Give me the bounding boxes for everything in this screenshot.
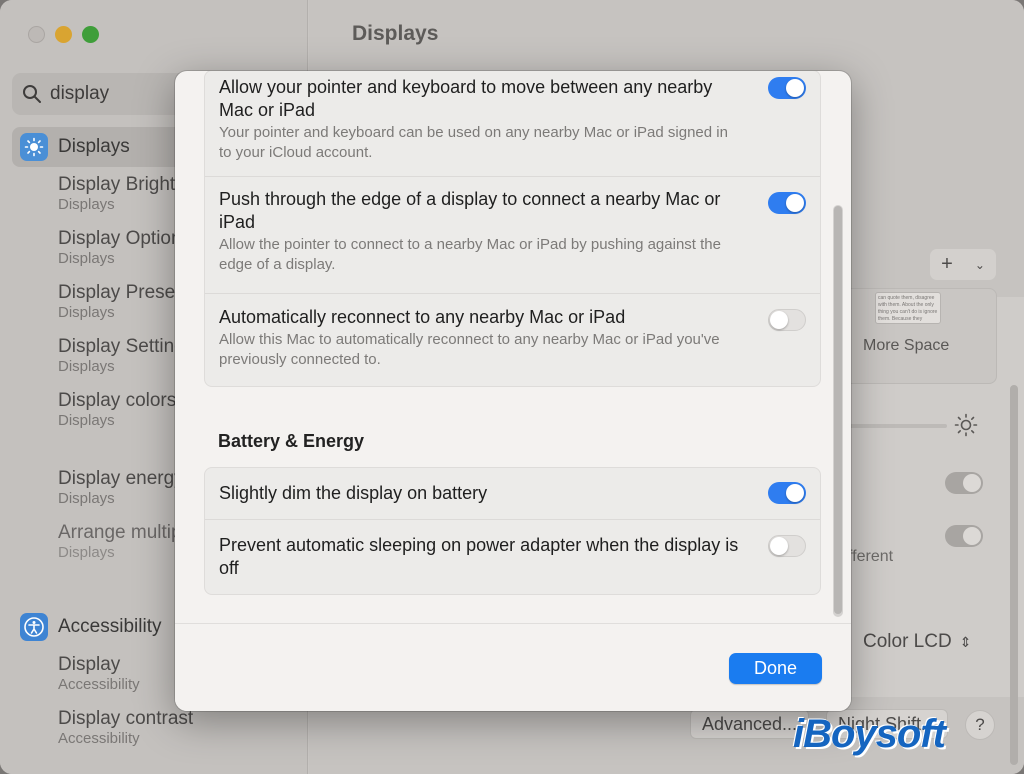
scrollbar-thumb[interactable] (834, 206, 842, 614)
system-settings-window: display Displays Display Brightness Disp… (0, 0, 1024, 774)
resolution-preview-thumbnail: can quote them, disagree with them. Abou… (875, 292, 941, 324)
row-title: Automatically reconnect to any nearby Ma… (219, 307, 626, 327)
iboysoft-watermark: iBoysoft (793, 712, 946, 756)
main-scrollbar[interactable] (1010, 385, 1018, 765)
battery-energy-group: Slightly dim the display on battery Prev… (204, 467, 821, 595)
universal-control-sheet: Allow your pointer and keyboard to move … (175, 71, 851, 711)
toggle-knob (786, 194, 804, 212)
add-display-button[interactable]: + ⌄ (930, 249, 996, 280)
push-through-edge-toggle[interactable] (768, 192, 806, 214)
search-input[interactable]: display (50, 83, 109, 105)
color-profile-value: Color LCD (863, 631, 952, 652)
battery-energy-heading: Battery & Energy (218, 431, 365, 451)
auto-reconnect-toggle[interactable] (768, 309, 806, 331)
more-space-label: More Space (863, 337, 950, 354)
accessibility-icon (20, 613, 48, 641)
row-description: Your pointer and keyboard can be used on… (219, 124, 728, 161)
close-window-button[interactable] (28, 26, 45, 43)
row-title: Allow your pointer and keyboard to move … (219, 77, 713, 120)
result-category: Accessibility (58, 730, 140, 747)
background-label-fragment: fferent (848, 548, 894, 565)
brightness-slider[interactable] (847, 424, 947, 428)
row-title: Prevent automatic sleeping on power adap… (219, 535, 739, 578)
advanced-button[interactable]: Advanced... (690, 709, 810, 739)
sheet-footer: Done (175, 623, 851, 711)
sidebar-item-label: Accessibility (58, 616, 162, 637)
row-title: Slightly dim the display on battery (219, 483, 488, 503)
pointer-keyboard-toggle[interactable] (768, 77, 806, 99)
toggle-knob (770, 311, 788, 329)
row-description: Allow the pointer to connect to a nearby… (219, 236, 721, 273)
help-button[interactable]: ? (965, 710, 995, 740)
toggle-knob (770, 537, 788, 555)
sidebar-item-label: Displays (58, 136, 130, 157)
prevent-sleep-toggle[interactable] (768, 535, 806, 557)
sheet-content: Allow your pointer and keyboard to move … (175, 71, 851, 623)
row-description: Allow this Mac to automatically reconnec… (219, 331, 720, 368)
universal-control-group: Allow your pointer and keyboard to move … (204, 71, 821, 387)
auto-brightness-toggle[interactable] (945, 472, 983, 494)
sun-icon (20, 133, 48, 161)
window-controls (28, 26, 99, 43)
dim-on-battery-toggle[interactable] (768, 482, 806, 504)
chevron-down-icon: ⌄ (974, 257, 985, 272)
updown-chevron-icon: ⇕ (959, 633, 972, 650)
sheet-scrollbar[interactable] (833, 205, 843, 617)
settings-row: Allow your pointer and keyboard to move … (205, 71, 820, 177)
brightness-sun-icon (954, 413, 978, 437)
color-profile-select[interactable]: Color LCD ⇕ (863, 631, 971, 653)
settings-row: Prevent automatic sleeping on power adap… (205, 520, 820, 594)
settings-row: Push through the edge of a display to co… (205, 177, 820, 294)
toggle-knob (786, 79, 804, 97)
search-icon (23, 85, 41, 103)
settings-row: Automatically reconnect to any nearby Ma… (205, 294, 820, 386)
plus-icon: + (941, 253, 953, 275)
zoom-window-button[interactable] (82, 26, 99, 43)
done-button[interactable]: Done (729, 653, 822, 684)
row-title: Push through the edge of a display to co… (219, 189, 721, 232)
toggle-knob (786, 484, 804, 502)
page-title: Displays (352, 22, 439, 45)
true-tone-toggle[interactable] (945, 525, 983, 547)
sidebar-result-display-contrast[interactable]: Display contrast Accessibility (0, 707, 308, 755)
minimize-window-button[interactable] (55, 26, 72, 43)
settings-row: Slightly dim the display on battery (205, 468, 820, 520)
